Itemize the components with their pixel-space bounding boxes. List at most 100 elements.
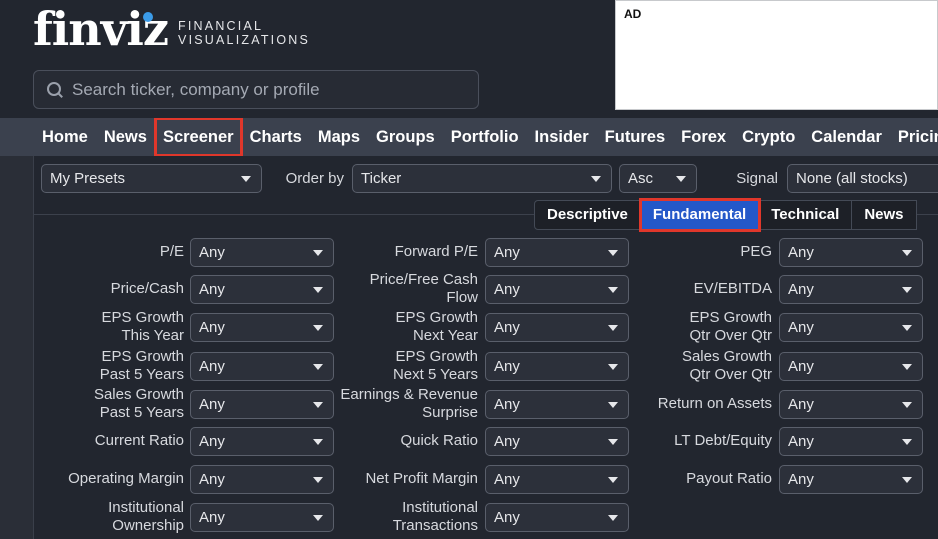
filter-label-line: P/E [159,243,184,260]
filter-select[interactable]: Any [779,352,923,381]
filter-label: Return on Assets [602,395,772,413]
filter-select-value: Any [199,358,225,375]
filter-select[interactable]: Any [485,503,629,532]
filter-label: P/E [14,243,184,261]
filter-label: Sales Growth Past 5 Years [14,386,184,422]
signal-label: Signal [736,170,778,187]
filter-label: Price/Cash [14,280,184,298]
filter-label: EPS Growth Next Year [308,309,478,345]
filter-select[interactable]: Any [779,313,923,342]
filter-label-line: EPS Growth [101,348,184,365]
tab-technical[interactable]: Technical [759,200,853,230]
filter-label-line: EPS Growth [101,309,184,326]
main-nav: Home News Screener Charts Maps Groups Portfoli… [0,118,938,156]
filter-select[interactable]: Any [779,390,923,419]
filter-label-line: Payout Ratio [686,470,772,487]
signal-select[interactable]: None (all stocks) [787,164,938,193]
order-direction-select[interactable]: Asc [619,164,697,193]
chevron-down-icon [902,439,912,445]
filter-tabs: Descriptive Fundamental Technical News [534,198,917,232]
presets-value: My Presets [50,170,126,187]
filter-label-line: LT Debt/Equity [674,432,772,449]
tab-fundamental[interactable]: Fundamental [638,198,762,232]
logo-tagline-line2: VISUALIZATIONS [178,33,311,47]
filter-label: EPS Growth Next 5 Years [308,348,478,384]
filter-select-value: Any [788,471,814,488]
filter-select-value: Any [494,319,520,336]
chevron-down-icon [902,287,912,293]
chevron-down-icon [902,325,912,331]
finviz-logo[interactable]: finviz FINANCIAL VISUALIZATIONS [33,4,310,54]
logo-tagline: FINANCIAL VISUALIZATIONS [178,19,310,47]
filter-select-value: Any [199,319,225,336]
nav-item-futures[interactable]: Futures [597,118,674,156]
filter-label-line: Earnings & Revenue [340,386,478,403]
nav-item-home[interactable]: Home [34,118,96,156]
screener-content: My Presets Order by Ticker Asc Signal No… [0,156,938,539]
nav-item-forex[interactable]: Forex [673,118,734,156]
nav-item-portfolio[interactable]: Portfolio [443,118,527,156]
filter-select-value: Any [494,358,520,375]
filter-label: EPS Growth Past 5 Years [14,348,184,384]
filter-label-line: Price/Cash [110,280,184,297]
filter-label-line: This Year [121,327,184,344]
filter-label-line: EPS Growth [395,309,478,326]
filter-label: Institutional Ownership [14,499,184,535]
search-box[interactable] [33,70,479,109]
nav-item-maps[interactable]: Maps [310,118,368,156]
filter-select-value: Any [494,244,520,261]
filter-select-value: Any [199,509,225,526]
filter-label: Price/Free Cash Flow [308,271,478,307]
nav-item-screener[interactable]: Screener [153,118,243,156]
filter-select-value: Any [494,433,520,450]
filter-select-value: Any [788,358,814,375]
chevron-down-icon [608,515,618,521]
filter-label: LT Debt/Equity [602,432,772,450]
chevron-down-icon [676,176,686,182]
order-direction-value: Asc [628,170,654,187]
filter-label: Quick Ratio [308,432,478,450]
filter-label: EPS Growth This Year [14,309,184,345]
filter-label-line: Current Ratio [94,432,184,449]
ad-banner[interactable]: AD [615,0,938,110]
filter-label: EV/EBITDA [602,280,772,298]
search-input[interactable] [72,79,452,100]
filter-label-line: Surprise [422,404,478,421]
filter-label-line: Sales Growth [681,348,772,365]
filter-label: Net Profit Margin [308,470,478,488]
filter-select-value: Any [788,319,814,336]
order-by-select[interactable]: Ticker [352,164,612,193]
nav-item-charts[interactable]: Charts [242,118,310,156]
filter-label: Earnings & Revenue Surprise [308,386,478,422]
filter-select[interactable]: Any [779,427,923,456]
filter-label: Sales Growth Qtr Over Qtr [602,348,772,384]
nav-item-news[interactable]: News [96,118,155,156]
nav-item-groups[interactable]: Groups [368,118,443,156]
filter-label-line: Ownership [112,517,184,534]
filter-select-value: Any [199,433,225,450]
filter-label: Operating Margin [14,470,184,488]
tab-descriptive[interactable]: Descriptive [534,200,641,230]
filter-select-value: Any [199,244,225,261]
filter-label: Current Ratio [14,432,184,450]
tab-news[interactable]: News [852,200,917,230]
filter-select-value: Any [199,281,225,298]
filter-select-value: Any [494,509,520,526]
filter-label-line: EV/EBITDA [693,280,772,297]
presets-select[interactable]: My Presets [41,164,262,193]
filter-select[interactable]: Any [779,275,923,304]
filter-label-line: Flow [446,289,478,306]
nav-item-pricing[interactable]: Pricing [890,118,938,156]
filter-select[interactable]: Any [779,238,923,267]
filter-label-line: Past 5 Years [99,366,184,383]
nav-item-calendar[interactable]: Calendar [803,118,890,156]
filter-label-line: Net Profit Margin [365,470,478,487]
filter-select[interactable]: Any [779,465,923,494]
filter-label: Forward P/E [308,243,478,261]
chevron-down-icon [902,477,912,483]
nav-item-crypto[interactable]: Crypto [734,118,803,156]
order-by-value: Ticker [361,170,402,187]
nav-item-insider[interactable]: Insider [527,118,597,156]
filter-label: Payout Ratio [602,470,772,488]
chevron-down-icon [241,176,251,182]
